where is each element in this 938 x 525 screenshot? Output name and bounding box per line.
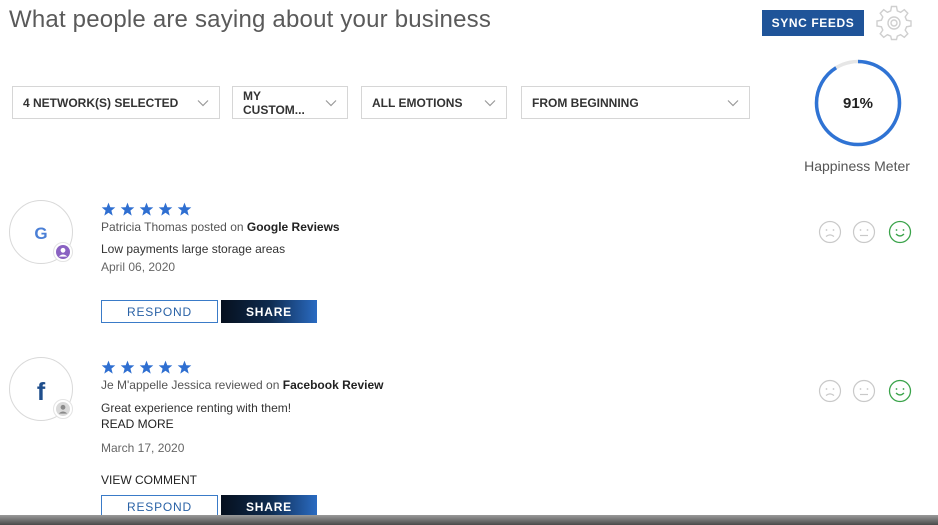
star-icon <box>177 202 192 216</box>
page-title: What people are saying about your busine… <box>9 6 492 33</box>
neutral-face-icon[interactable] <box>852 379 876 403</box>
gear-icon[interactable] <box>876 5 912 41</box>
emotion-filter-dropdown[interactable]: ALL EMOTIONS <box>361 86 507 119</box>
period-filter-label: FROM BEGINNING <box>532 95 639 110</box>
user-avatar-icon <box>53 242 73 262</box>
review-avatar: G <box>9 200 73 264</box>
star-icon <box>139 360 154 374</box>
star-icon <box>101 202 116 216</box>
review-date: April 06, 2020 <box>101 260 176 274</box>
network-filter-dropdown[interactable]: 4 NETWORK(S) SELECTED <box>12 86 220 119</box>
neutral-face-icon[interactable] <box>852 220 876 244</box>
chevron-down-icon <box>325 99 337 106</box>
star-icon <box>120 360 135 374</box>
rating-stars <box>101 202 192 218</box>
star-icon <box>139 202 154 216</box>
respond-button[interactable]: RESPOND <box>101 300 218 323</box>
star-icon <box>177 360 192 374</box>
svg-text:f: f <box>37 378 46 406</box>
review-byline: Patricia Thomas posted on Google Reviews <box>101 220 340 234</box>
happiness-meter-label: Happiness Meter <box>804 158 910 174</box>
star-icon <box>158 202 173 216</box>
bottom-scroll-shadow <box>0 515 938 525</box>
review-text: Low payments large storage areas <box>101 242 286 256</box>
chevron-down-icon <box>484 99 496 106</box>
review-date: March 17, 2020 <box>101 441 185 455</box>
view-comment-link[interactable]: VIEW COMMENT <box>101 473 197 487</box>
star-icon <box>158 360 173 374</box>
emotion-filter-label: ALL EMOTIONS <box>372 95 463 110</box>
reviewer-name: Patricia Thomas <box>101 220 188 234</box>
star-icon <box>120 202 135 216</box>
chevron-down-icon <box>197 99 209 106</box>
reviewer-name: Je M'appelle Jessica <box>101 378 212 392</box>
review-byline: Je M'appelle Jessica reviewed on Faceboo… <box>101 378 383 392</box>
emotion-selector <box>818 220 918 244</box>
svg-text:G: G <box>34 224 47 243</box>
customer-filter-label: MY CUSTOM... <box>243 88 305 117</box>
customer-filter-dropdown[interactable]: MY CUSTOM... <box>232 86 348 119</box>
sad-face-icon[interactable] <box>818 220 842 244</box>
happy-face-icon[interactable] <box>888 220 912 244</box>
period-filter-dropdown[interactable]: FROM BEGINNING <box>521 86 750 119</box>
sad-face-icon[interactable] <box>818 379 842 403</box>
star-icon <box>101 360 116 374</box>
review-avatar: f <box>9 357 73 421</box>
rating-stars <box>101 360 192 376</box>
emotion-selector <box>818 379 918 403</box>
read-more-link[interactable]: READ MORE <box>101 417 174 431</box>
happy-face-icon[interactable] <box>888 379 912 403</box>
review-network-name: Facebook Review <box>282 378 384 392</box>
happiness-meter-value: 91% <box>842 94 874 112</box>
review-network-name: Google Reviews <box>246 220 340 234</box>
chevron-down-icon <box>727 99 739 106</box>
sync-feeds-button[interactable]: SYNC FEEDS <box>762 10 864 36</box>
user-avatar-icon <box>53 399 73 419</box>
review-text: Great experience renting with them! <box>101 401 292 415</box>
review-verb: reviewed on <box>214 378 280 392</box>
review-verb: posted on <box>190 220 244 234</box>
share-button[interactable]: SHARE <box>221 300 317 323</box>
network-filter-label: 4 NETWORK(S) SELECTED <box>23 95 179 110</box>
